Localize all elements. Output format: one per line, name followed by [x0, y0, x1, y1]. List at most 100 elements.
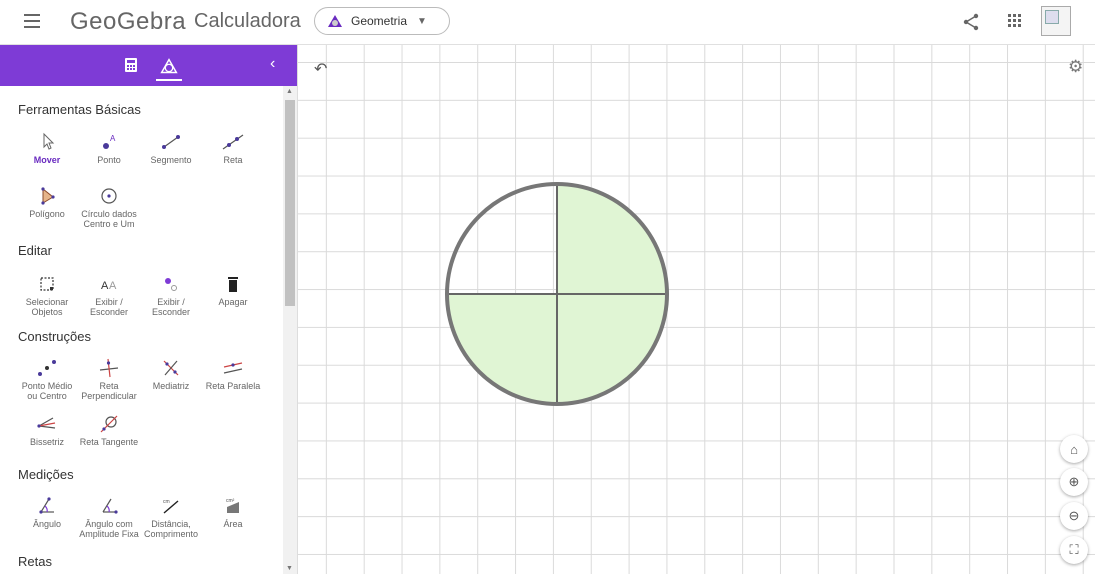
hamburger-menu-icon[interactable]	[24, 14, 40, 30]
show-hide-object-icon	[165, 278, 177, 291]
tool-label: Exibir / Esconder	[89, 297, 129, 317]
svg-text:A: A	[109, 280, 117, 292]
tool-segment[interactable]: Segmento	[140, 132, 202, 165]
app-name: Calculadora	[194, 10, 301, 32]
tool-angle[interactable]: Ângulo	[16, 496, 78, 529]
segment-icon	[162, 135, 180, 149]
tool-distance[interactable]: cm Distância, Comprimento	[140, 496, 202, 539]
svg-text:cm: cm	[163, 499, 170, 505]
tool-label: Exibir / Esconder	[151, 297, 191, 317]
share-icon[interactable]	[962, 13, 980, 31]
tool-label: Ponto	[97, 155, 121, 165]
tool-perpendicular[interactable]: Reta Perpendicular	[78, 358, 140, 401]
tool-label: Distância, Comprimento	[143, 519, 199, 539]
brand-logo: GeoGebra	[70, 8, 187, 35]
scroll-down-icon[interactable]: ▼	[286, 565, 293, 572]
section-title-basic-tools: Ferramentas Básicas	[18, 102, 141, 117]
tool-label: Selecionar Objetos	[25, 297, 69, 317]
svg-text:A: A	[110, 134, 116, 143]
tool-angle-bisector[interactable]: Bissetriz	[16, 414, 78, 447]
section-title-measurements: Medições	[18, 467, 74, 482]
tool-label: Círculo dados Centro e Um	[81, 209, 137, 229]
settings-gear-icon[interactable]: ⚙	[1068, 57, 1083, 77]
tool-label: Reta Perpendicular	[81, 381, 137, 401]
tool-label: Reta Paralela	[205, 381, 261, 391]
sidebar-scrollbar[interactable]: ▲ ▼	[283, 86, 297, 574]
broken-image-icon	[1045, 10, 1059, 24]
tool-label: Ângulo com Amplitude Fixa	[79, 519, 139, 539]
distance-icon: cm	[163, 499, 179, 514]
polygon-icon	[41, 187, 55, 205]
tools-icon[interactable]	[156, 55, 182, 81]
undo-icon[interactable]: ↶	[314, 59, 327, 79]
tool-label: Reta	[223, 155, 243, 165]
tool-label: Segmento	[150, 155, 192, 165]
graphics-view[interactable]: ↶ ⚙ ⌂ ⊕ ⊖ ⛶	[298, 45, 1095, 574]
tool-area[interactable]: cm² Área	[202, 496, 264, 529]
tool-point[interactable]: A Ponto	[78, 132, 140, 165]
tool-label: Mover	[33, 155, 61, 165]
tool-label: Ponto Médio ou Centro	[21, 381, 73, 401]
tool-midpoint[interactable]: Ponto Médio ou Centro	[16, 358, 78, 401]
scrollbar-thumb[interactable]	[285, 100, 295, 306]
tool-tangent[interactable]: Reta Tangente	[78, 414, 140, 447]
tool-label: Polígono	[29, 209, 65, 219]
circle-figure[interactable]	[298, 45, 1095, 574]
collapse-sidebar-icon[interactable]: ‹	[270, 55, 275, 73]
tool-perpendicular-bisector[interactable]: Mediatriz	[140, 358, 202, 391]
svg-text:cm²: cm²	[226, 498, 235, 504]
zoom-out-icon[interactable]: ⊖	[1060, 502, 1088, 530]
svg-text:A: A	[101, 280, 109, 292]
scroll-up-icon[interactable]: ▲	[286, 88, 293, 95]
midpoint-icon	[38, 360, 56, 376]
tools-sidebar: ‹ Ferramentas Básicas Mover A Ponto Segm…	[0, 45, 298, 574]
tool-label: Bissetriz	[29, 437, 64, 447]
tool-angle-fixed[interactable]: Ângulo com Amplitude Fixa	[78, 496, 140, 539]
tool-label: Mediatriz	[152, 381, 190, 391]
tool-label: Área	[223, 519, 243, 529]
parallel-line-icon	[223, 362, 243, 374]
cursor-arrow-icon	[43, 132, 55, 150]
app-header: GeoGebra Calculadora Geometria ▼	[0, 0, 1095, 45]
section-title-constructions: Construções	[18, 329, 91, 344]
perpendicular-line-icon	[99, 358, 119, 378]
area-icon: cm²	[226, 498, 239, 513]
tool-show-hide-label[interactable]: AA Exibir / Esconder	[78, 274, 140, 317]
geometry-app-icon	[328, 15, 342, 27]
point-icon: A	[103, 134, 116, 149]
zoom-in-icon[interactable]: ⊕	[1060, 468, 1088, 496]
app-switcher-label: Geometria	[351, 14, 408, 28]
app-switcher-dropdown[interactable]: Geometria ▼	[314, 7, 450, 35]
apps-grid-icon[interactable]	[1008, 14, 1022, 28]
show-hide-label-icon: AA	[101, 280, 117, 292]
line-icon	[222, 134, 244, 150]
angle-icon	[39, 497, 54, 514]
home-icon[interactable]: ⌂	[1060, 435, 1088, 463]
chevron-down-icon: ▼	[417, 15, 427, 27]
tool-parallel[interactable]: Reta Paralela	[202, 358, 264, 391]
tool-label: Reta Tangente	[79, 437, 139, 447]
tool-circle-center-point[interactable]: Círculo dados Centro e Um	[78, 186, 140, 229]
delete-icon	[228, 277, 238, 292]
tool-show-hide-object[interactable]: Exibir / Esconder	[140, 274, 202, 317]
tool-line[interactable]: Reta	[202, 132, 264, 165]
fullscreen-icon[interactable]: ⛶	[1060, 536, 1088, 564]
calculator-icon[interactable]	[124, 58, 138, 72]
sidebar-header: ‹	[0, 45, 297, 86]
angle-fixed-size-icon	[102, 498, 118, 514]
angle-bisector-icon	[37, 417, 56, 429]
avatar[interactable]	[1041, 6, 1071, 36]
tool-polygon[interactable]: Polígono	[16, 186, 78, 219]
tool-move[interactable]: Mover	[16, 132, 78, 165]
circle-center-point-icon	[101, 188, 117, 204]
tool-label: Ângulo	[32, 519, 62, 529]
tool-delete[interactable]: Apagar	[202, 274, 264, 307]
tangent-line-icon	[100, 415, 118, 433]
section-title-edit: Editar	[18, 243, 52, 258]
select-objects-icon	[40, 277, 54, 291]
tools-panel: Ferramentas Básicas Mover A Ponto Segmen…	[0, 86, 283, 574]
perpendicular-bisector-icon	[163, 360, 179, 376]
tool-label: Apagar	[218, 297, 248, 307]
tool-select-objects[interactable]: Selecionar Objetos	[16, 274, 78, 317]
section-title-lines: Retas	[18, 554, 52, 569]
